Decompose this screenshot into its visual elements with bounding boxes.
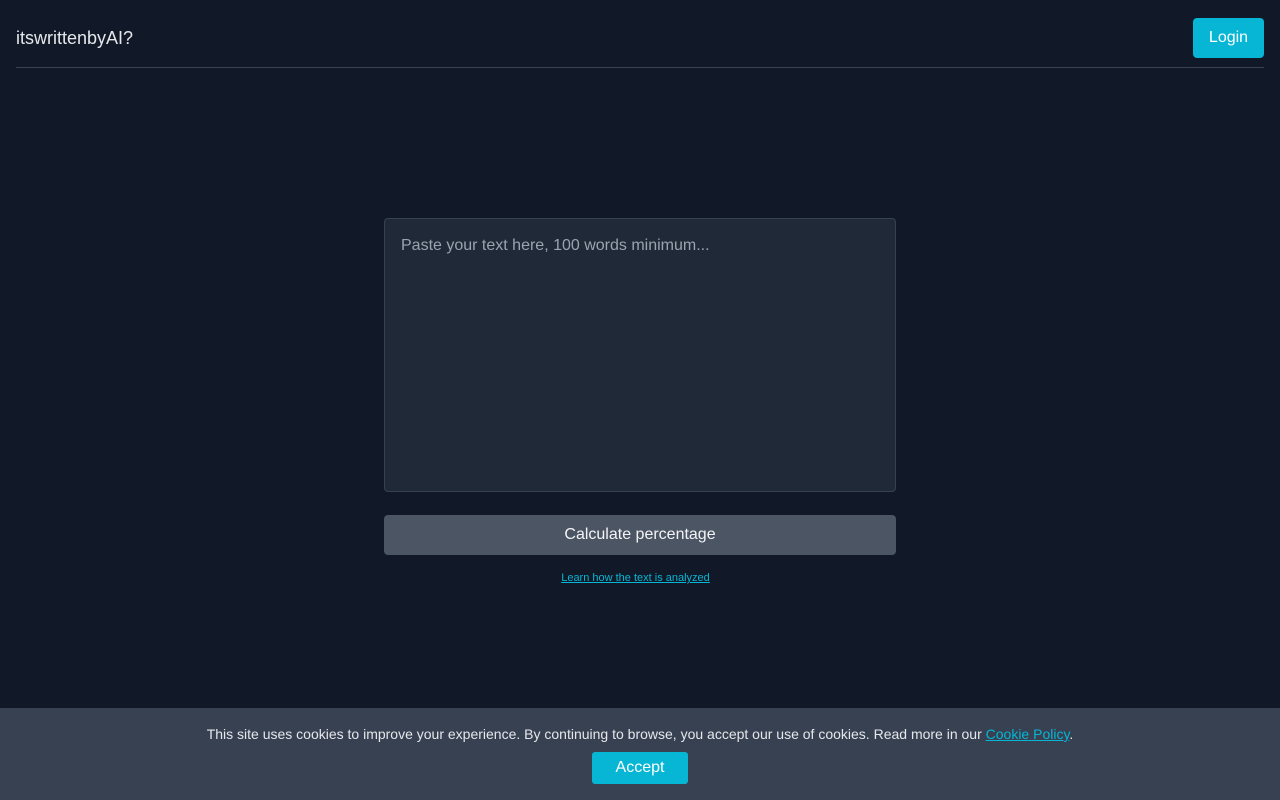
cookie-banner: This site uses cookies to improve your e… xyxy=(0,708,1280,800)
cookie-policy-link[interactable]: Cookie Policy xyxy=(986,726,1070,742)
cookie-message: This site uses cookies to improve your e… xyxy=(0,726,1280,742)
learn-analysis-link[interactable]: Learn how the text is analyzed xyxy=(384,572,887,584)
login-button[interactable]: Login xyxy=(1193,18,1264,58)
site-header: itswrittenbyAI? Login xyxy=(16,0,1264,68)
text-input-area[interactable] xyxy=(384,218,896,492)
calculate-percentage-button[interactable]: Calculate percentage xyxy=(384,515,896,555)
cookie-message-end: . xyxy=(1069,726,1074,742)
cookie-message-text: This site uses cookies to improve your e… xyxy=(206,726,986,742)
site-logo-text[interactable]: itswrittenbyAI? xyxy=(16,27,133,49)
main-content: Calculate percentage Learn how the text … xyxy=(384,218,896,584)
accept-cookies-button[interactable]: Accept xyxy=(592,752,688,784)
